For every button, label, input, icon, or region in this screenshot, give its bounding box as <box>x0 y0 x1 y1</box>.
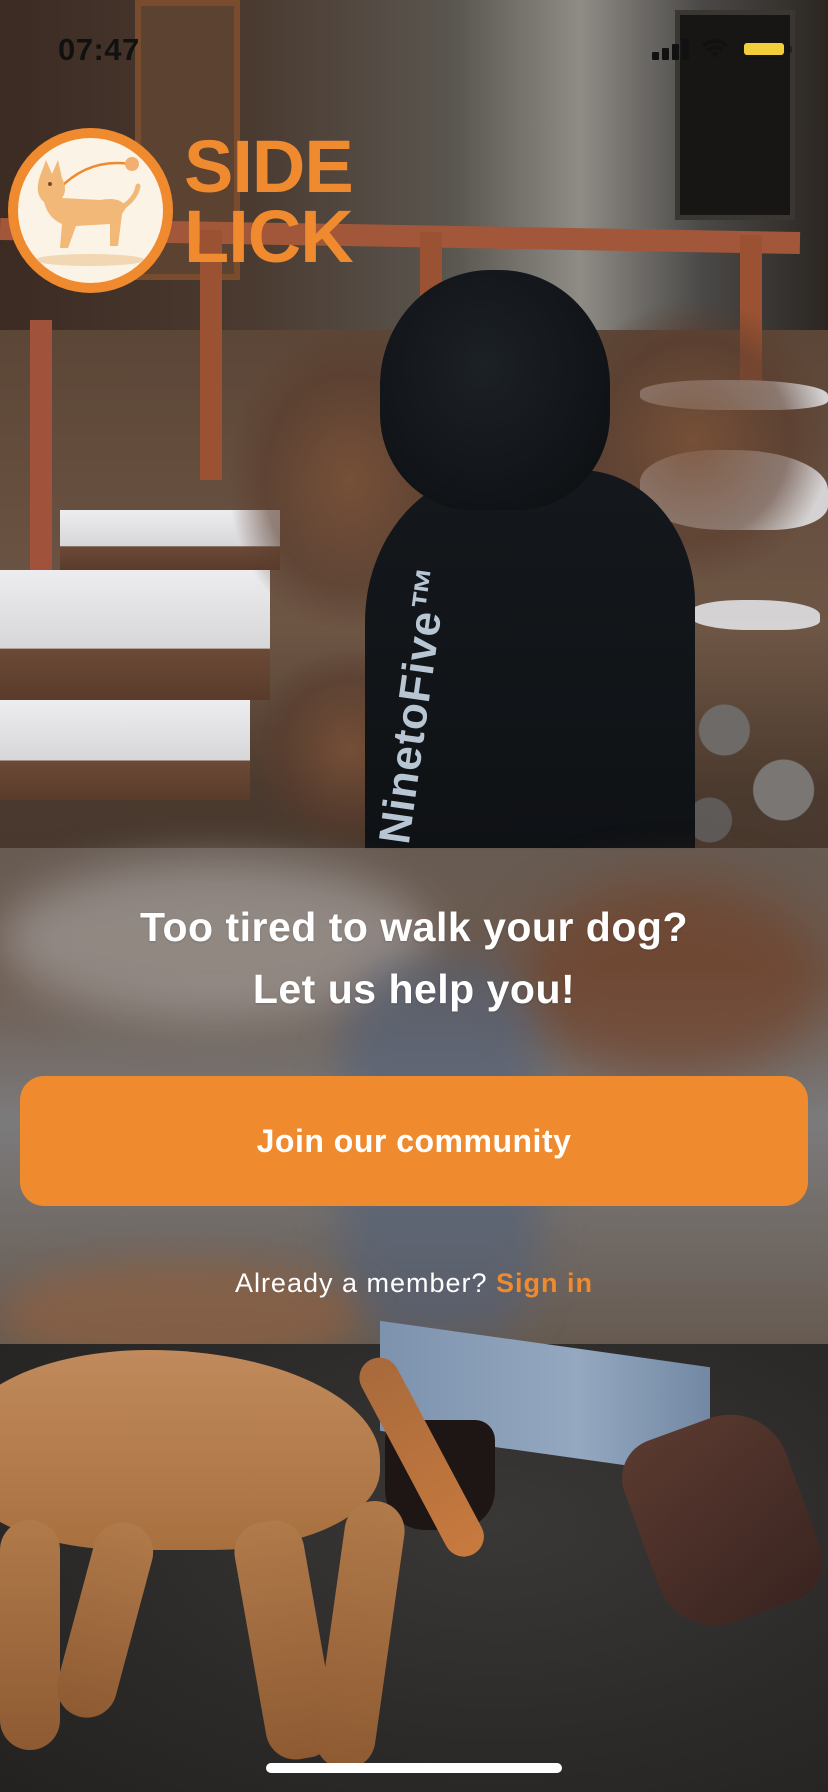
headline-line1: Too tired to walk your dog? <box>139 904 688 950</box>
dog-on-leash-icon <box>8 128 173 293</box>
signin-prompt: Already a member? <box>234 1268 497 1298</box>
brand-logo: SIDE LICK <box>8 128 378 298</box>
brand-wordmark-line1: SIDE <box>184 125 354 208</box>
cellular-signal-icon <box>652 38 692 60</box>
home-indicator[interactable] <box>266 1763 562 1773</box>
headline: Too tired to walk your dog? Let us help … <box>0 896 828 1020</box>
person-hood <box>380 270 610 510</box>
battery-icon <box>740 39 792 59</box>
dog-leg <box>0 1520 60 1750</box>
brand-wordmark-line2: LICK <box>184 195 354 278</box>
wifi-icon <box>702 39 728 58</box>
rocks <box>680 650 828 850</box>
signin-row: Already a member? Sign in <box>0 1268 828 1299</box>
snow-patch <box>690 600 820 630</box>
status-time: 07:47 <box>58 32 140 67</box>
brand-wordmark: SIDE LICK <box>184 125 354 278</box>
headline-line2: Let us help you! <box>252 966 576 1012</box>
status-bar: 07:47 <box>0 0 828 96</box>
join-community-button[interactable]: Join our community <box>20 1076 808 1206</box>
signin-link[interactable]: Sign in <box>496 1268 593 1298</box>
